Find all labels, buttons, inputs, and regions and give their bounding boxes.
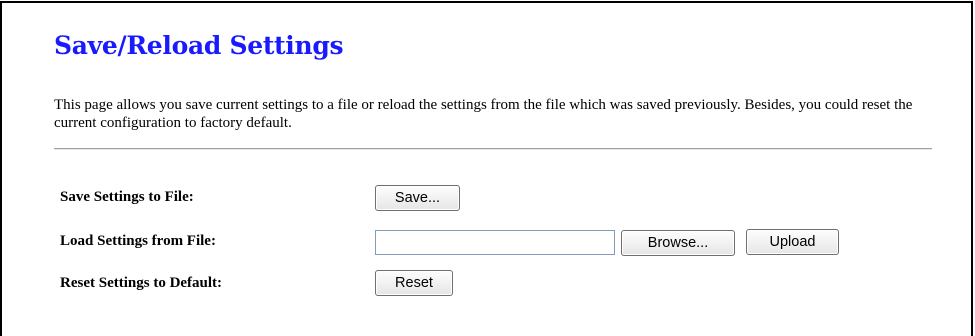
page-description: This page allows you save current settin… <box>54 97 913 131</box>
save-settings-label: Save Settings to File: <box>60 189 194 205</box>
reset-button[interactable]: Reset <box>375 270 453 296</box>
save-button[interactable]: Save... <box>375 185 460 211</box>
file-path-input[interactable] <box>375 230 615 255</box>
load-settings-label: Load Settings from File: <box>60 233 216 249</box>
upload-button[interactable]: Upload <box>746 229 839 255</box>
reset-settings-label: Reset Settings to Default: <box>60 275 223 291</box>
content-frame: Save/Reload Settings This page allows yo… <box>0 1 973 336</box>
browse-button[interactable]: Browse... <box>621 230 735 256</box>
divider <box>54 148 932 150</box>
page-title: Save/Reload Settings <box>54 31 344 60</box>
